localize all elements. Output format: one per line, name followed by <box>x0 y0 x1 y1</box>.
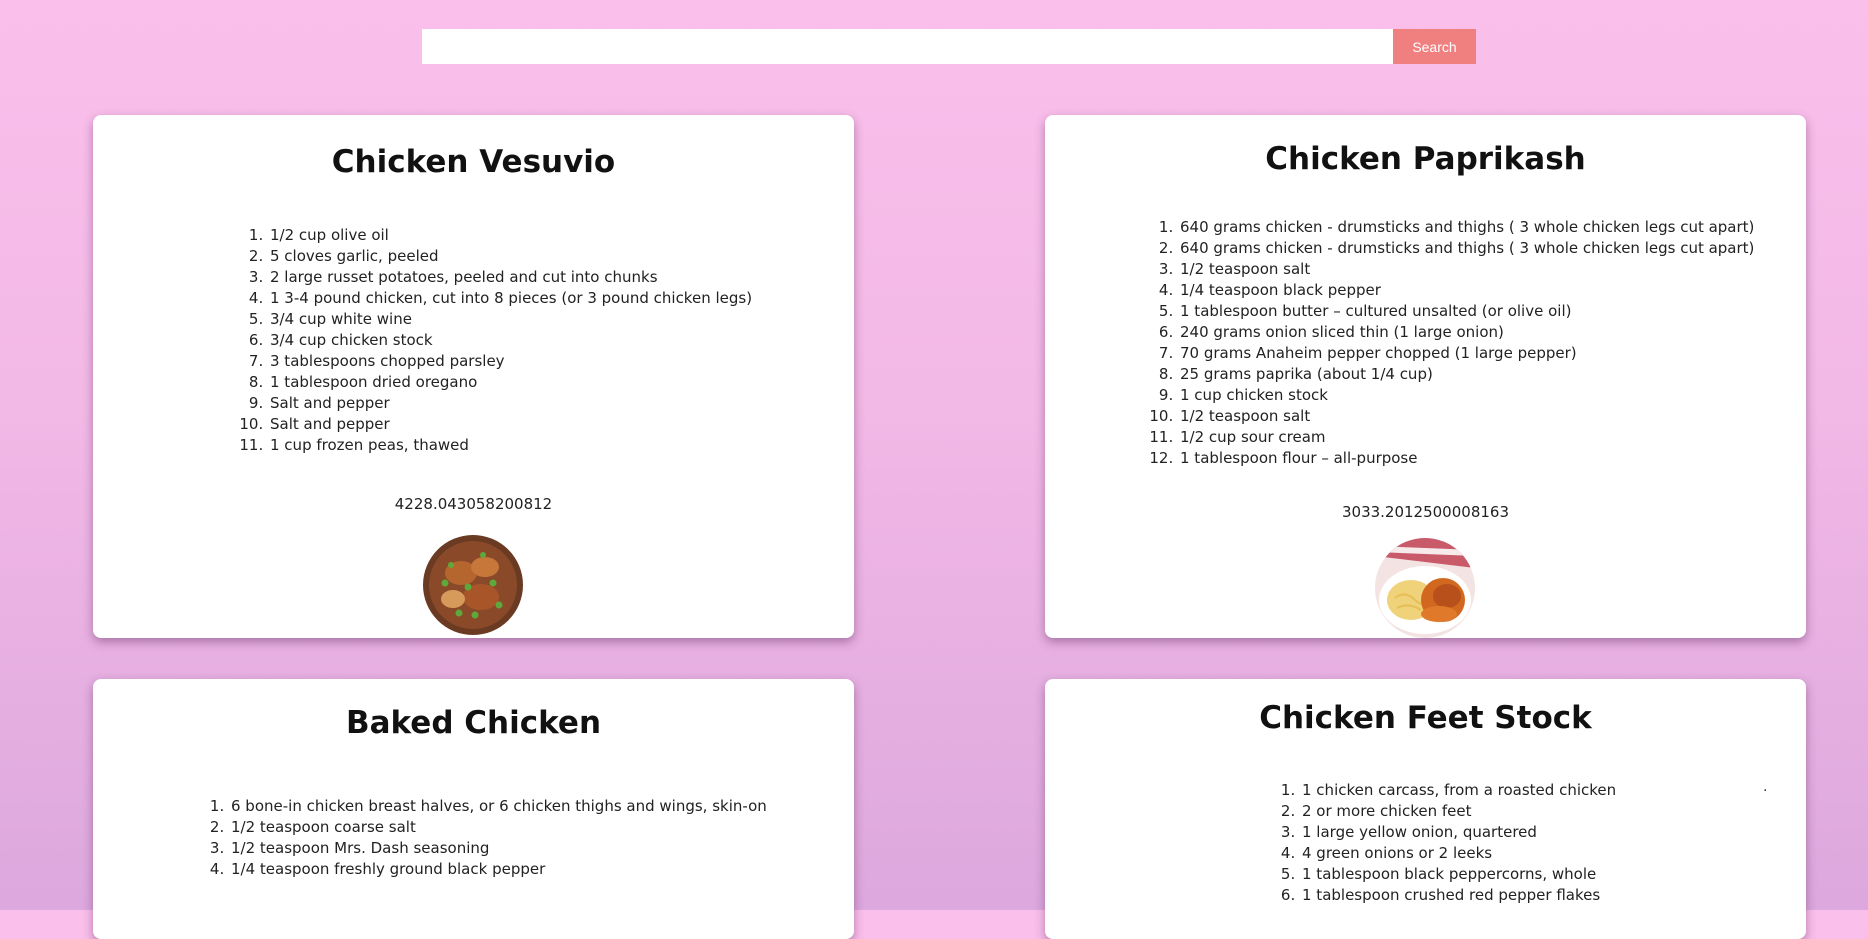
ingredient-item: 240 grams onion sliced thin (1 large oni… <box>1178 322 1754 343</box>
chicken-vesuvio-photo <box>423 535 523 635</box>
recipe-card-chicken-vesuvio: Chicken Vesuvio 1/2 cup olive oil 5 clov… <box>93 115 854 638</box>
ingredient-item: Salt and pepper <box>268 393 752 414</box>
ingredient-item: 1/4 teaspoon black pepper <box>1178 280 1754 301</box>
ingredient-item: 3/4 cup chicken stock <box>268 330 752 351</box>
calorie-value: 4228.043058200812 <box>394 495 553 513</box>
ingredient-item: 25 grams paprika (about 1/4 cup) <box>1178 364 1754 385</box>
ingredient-item: 1 3-4 pound chicken, cut into 8 pieces (… <box>268 288 752 309</box>
ingredient-item: 1 cup frozen peas, thawed <box>268 435 752 456</box>
chicken-paprikash-photo <box>1375 538 1475 638</box>
ingredient-item: 1/2 teaspoon salt <box>1178 259 1754 280</box>
search-input[interactable] <box>422 29 1393 64</box>
recipe-card-chicken-paprikash: Chicken Paprikash 640 grams chicken - dr… <box>1045 115 1806 638</box>
ingredient-item: 6 bone-in chicken breast halves, or 6 ch… <box>229 796 767 817</box>
ingredient-item: 5 cloves garlic, peeled <box>268 246 752 267</box>
ingredient-item: 1/4 teaspoon freshly ground black pepper <box>229 859 767 880</box>
ingredient-item: Salt and pepper <box>268 414 752 435</box>
ingredient-list: 6 bone-in chicken breast halves, or 6 ch… <box>229 796 767 880</box>
ingredient-item: 2 or more chicken feet <box>1300 801 1616 822</box>
ingredient-item: 1 tablespoon dried oregano <box>268 372 752 393</box>
recipe-image[interactable] <box>423 535 523 635</box>
ingredient-list: 1/2 cup olive oil 5 cloves garlic, peele… <box>268 225 752 456</box>
ingredient-item: 1/2 teaspoon coarse salt <box>229 817 767 838</box>
calorie-value: 3033.2012500008163 <box>1341 503 1509 521</box>
ingredient-item: 70 grams Anaheim pepper chopped (1 large… <box>1178 343 1754 364</box>
recipe-title: Chicken Feet Stock <box>1259 700 1592 736</box>
search-button[interactable]: Search <box>1393 29 1476 64</box>
recipe-title: Chicken Paprikash <box>1265 141 1586 177</box>
ingredient-list: 1 chicken carcass, from a roasted chicke… <box>1300 780 1616 906</box>
stray-mark: . <box>1763 779 1768 795</box>
recipe-title: Baked Chicken <box>345 705 602 741</box>
ingredient-item: 1 cup chicken stock <box>1178 385 1754 406</box>
ingredient-item: 1 large yellow onion, quartered <box>1300 822 1616 843</box>
ingredient-item: 1/2 teaspoon salt <box>1178 406 1754 427</box>
ingredient-item: 640 grams chicken - drumsticks and thigh… <box>1178 238 1754 259</box>
recipe-image[interactable] <box>1375 538 1475 638</box>
ingredient-item: 1 tablespoon crushed red pepper flakes <box>1300 885 1616 906</box>
ingredient-item: 3 tablespoons chopped parsley <box>268 351 752 372</box>
search-bar: Search <box>422 29 1476 64</box>
recipe-card-baked-chicken: Baked Chicken 6 bone-in chicken breast h… <box>93 679 854 939</box>
ingredient-item: 1 tablespoon butter – cultured unsalted … <box>1178 301 1754 322</box>
ingredient-item: 1/2 teaspoon Mrs. Dash seasoning <box>229 838 767 859</box>
ingredient-item: 1/2 cup sour cream <box>1178 427 1754 448</box>
ingredient-list: 640 grams chicken - drumsticks and thigh… <box>1178 217 1754 469</box>
ingredient-item: 2 large russet potatoes, peeled and cut … <box>268 267 752 288</box>
ingredient-item: 640 grams chicken - drumsticks and thigh… <box>1178 217 1754 238</box>
recipe-card-chicken-feet-stock: Chicken Feet Stock 1 chicken carcass, fr… <box>1045 679 1806 939</box>
ingredient-item: 1 tablespoon black peppercorns, whole <box>1300 864 1616 885</box>
ingredient-item: 1/2 cup olive oil <box>268 225 752 246</box>
ingredient-item: 3/4 cup white wine <box>268 309 752 330</box>
ingredient-item: 4 green onions or 2 leeks <box>1300 843 1616 864</box>
ingredient-item: 1 chicken carcass, from a roasted chicke… <box>1300 780 1616 801</box>
recipe-title: Chicken Vesuvio <box>331 144 616 180</box>
ingredient-item: 1 tablespoon flour – all-purpose <box>1178 448 1754 469</box>
